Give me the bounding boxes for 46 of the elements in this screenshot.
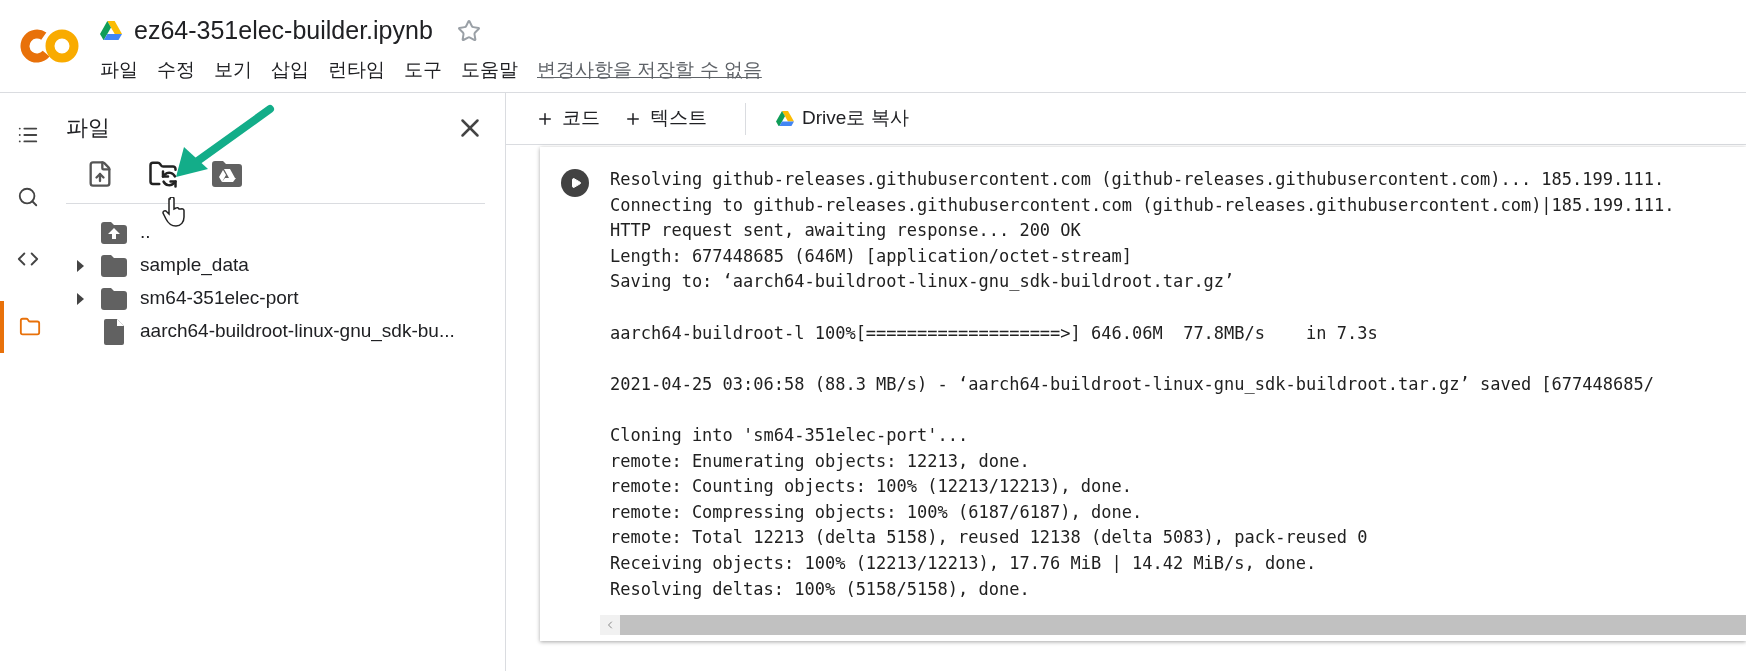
output-line: Connecting to github-releases.githubusercontent.com (github-releases.githubusercontent.com)|185.199.111.	[610, 193, 1675, 217]
file-icon	[104, 318, 124, 345]
tree-item[interactable]: sample_data	[140, 251, 249, 280]
output-line: HTTP request sent, awaiting response... 200 OK	[610, 219, 1082, 243]
drive-icon	[776, 110, 794, 127]
hand-cursor-icon	[162, 197, 186, 227]
menu-item[interactable]: 파일	[100, 55, 138, 84]
star-icon[interactable]	[456, 18, 481, 43]
notebook-title[interactable]: ez64-351elec-builder.ipynb	[134, 12, 433, 50]
output-line: Resolving deltas: 100% (5158/5158), done.	[610, 577, 1031, 601]
output-line: aarch64-buildroot-l 100%[===================>] 646.06M 77.8MB/s in 7.3s	[610, 321, 1379, 345]
drive-logo	[100, 21, 122, 41]
output-line: Receiving objects: 100% (12213/12213), 17.76 MiB | 14.42 MiB/s, done.	[610, 551, 1318, 575]
tree-item[interactable]: ..	[140, 218, 151, 247]
output-line: 2021-04-25 03:06:58 (88.3 MB/s) - ‘aarch64-buildroot-linux-gnu_sdk-buildroot.tar.gz’ saved [677448685/	[610, 372, 1655, 396]
add-cell-button[interactable]: 코드	[528, 100, 608, 137]
play-icon	[570, 177, 582, 189]
panel-title: 파일	[66, 114, 110, 142]
output-line: remote: Total 12213 (delta 5158), reused 12138 (delta 5083), pack-reused 0	[610, 526, 1369, 550]
expand-arrow-icon[interactable]	[77, 259, 85, 272]
menu-item[interactable]: 수정	[157, 55, 195, 84]
menu-item[interactable]: 도구	[404, 55, 442, 84]
drive-folder-icon[interactable]	[212, 160, 242, 187]
folder-icon	[101, 287, 127, 310]
parent-folder-icon	[101, 221, 127, 244]
tree-item[interactable]: sm64-351elec-port	[140, 284, 299, 313]
run-cell-button[interactable]	[561, 169, 589, 197]
output-line: remote: Counting objects: 100% (12213/12213), done.	[610, 475, 1133, 499]
menu-item[interactable]: 도움말	[461, 55, 518, 84]
colab-logo[interactable]	[20, 28, 80, 64]
output-line: Length: 677448685 (646M) [application/octet-stream]	[610, 244, 1133, 268]
menu-item[interactable]: 보기	[214, 55, 252, 84]
save-notice-link[interactable]: 변경사항을 저장할 수 없음	[537, 55, 762, 84]
tree-item[interactable]: aarch64-buildroot-linux-gnu_sdk-bu...	[140, 317, 455, 346]
output-line: remote: Enumerating objects: 12213, done.	[610, 449, 1031, 473]
menu-item[interactable]: 런타임	[328, 55, 385, 84]
add-cell-button[interactable]: 텍스트	[616, 100, 715, 137]
output-line: Cloning into 'sm64-351elec-port'...	[610, 423, 970, 447]
expand-arrow-icon[interactable]	[77, 292, 85, 305]
horizontal-scrollbar[interactable]	[600, 615, 1746, 635]
output-line: remote: Compressing objects: 100% (6187/6187), done.	[610, 500, 1144, 524]
copy-to-drive-button[interactable]: Drive로 복사	[768, 100, 917, 137]
output-line: Saving to: ‘aarch64-buildroot-linux-gnu_sdk-buildroot.tar.gz’	[610, 270, 1236, 294]
output-line: Resolving github-releases.githubusercontent.com (github-releases.githubusercontent.com)... 185.199.111.	[610, 168, 1666, 191]
menu-item[interactable]: 삽입	[271, 55, 309, 84]
folder-icon	[101, 254, 127, 277]
